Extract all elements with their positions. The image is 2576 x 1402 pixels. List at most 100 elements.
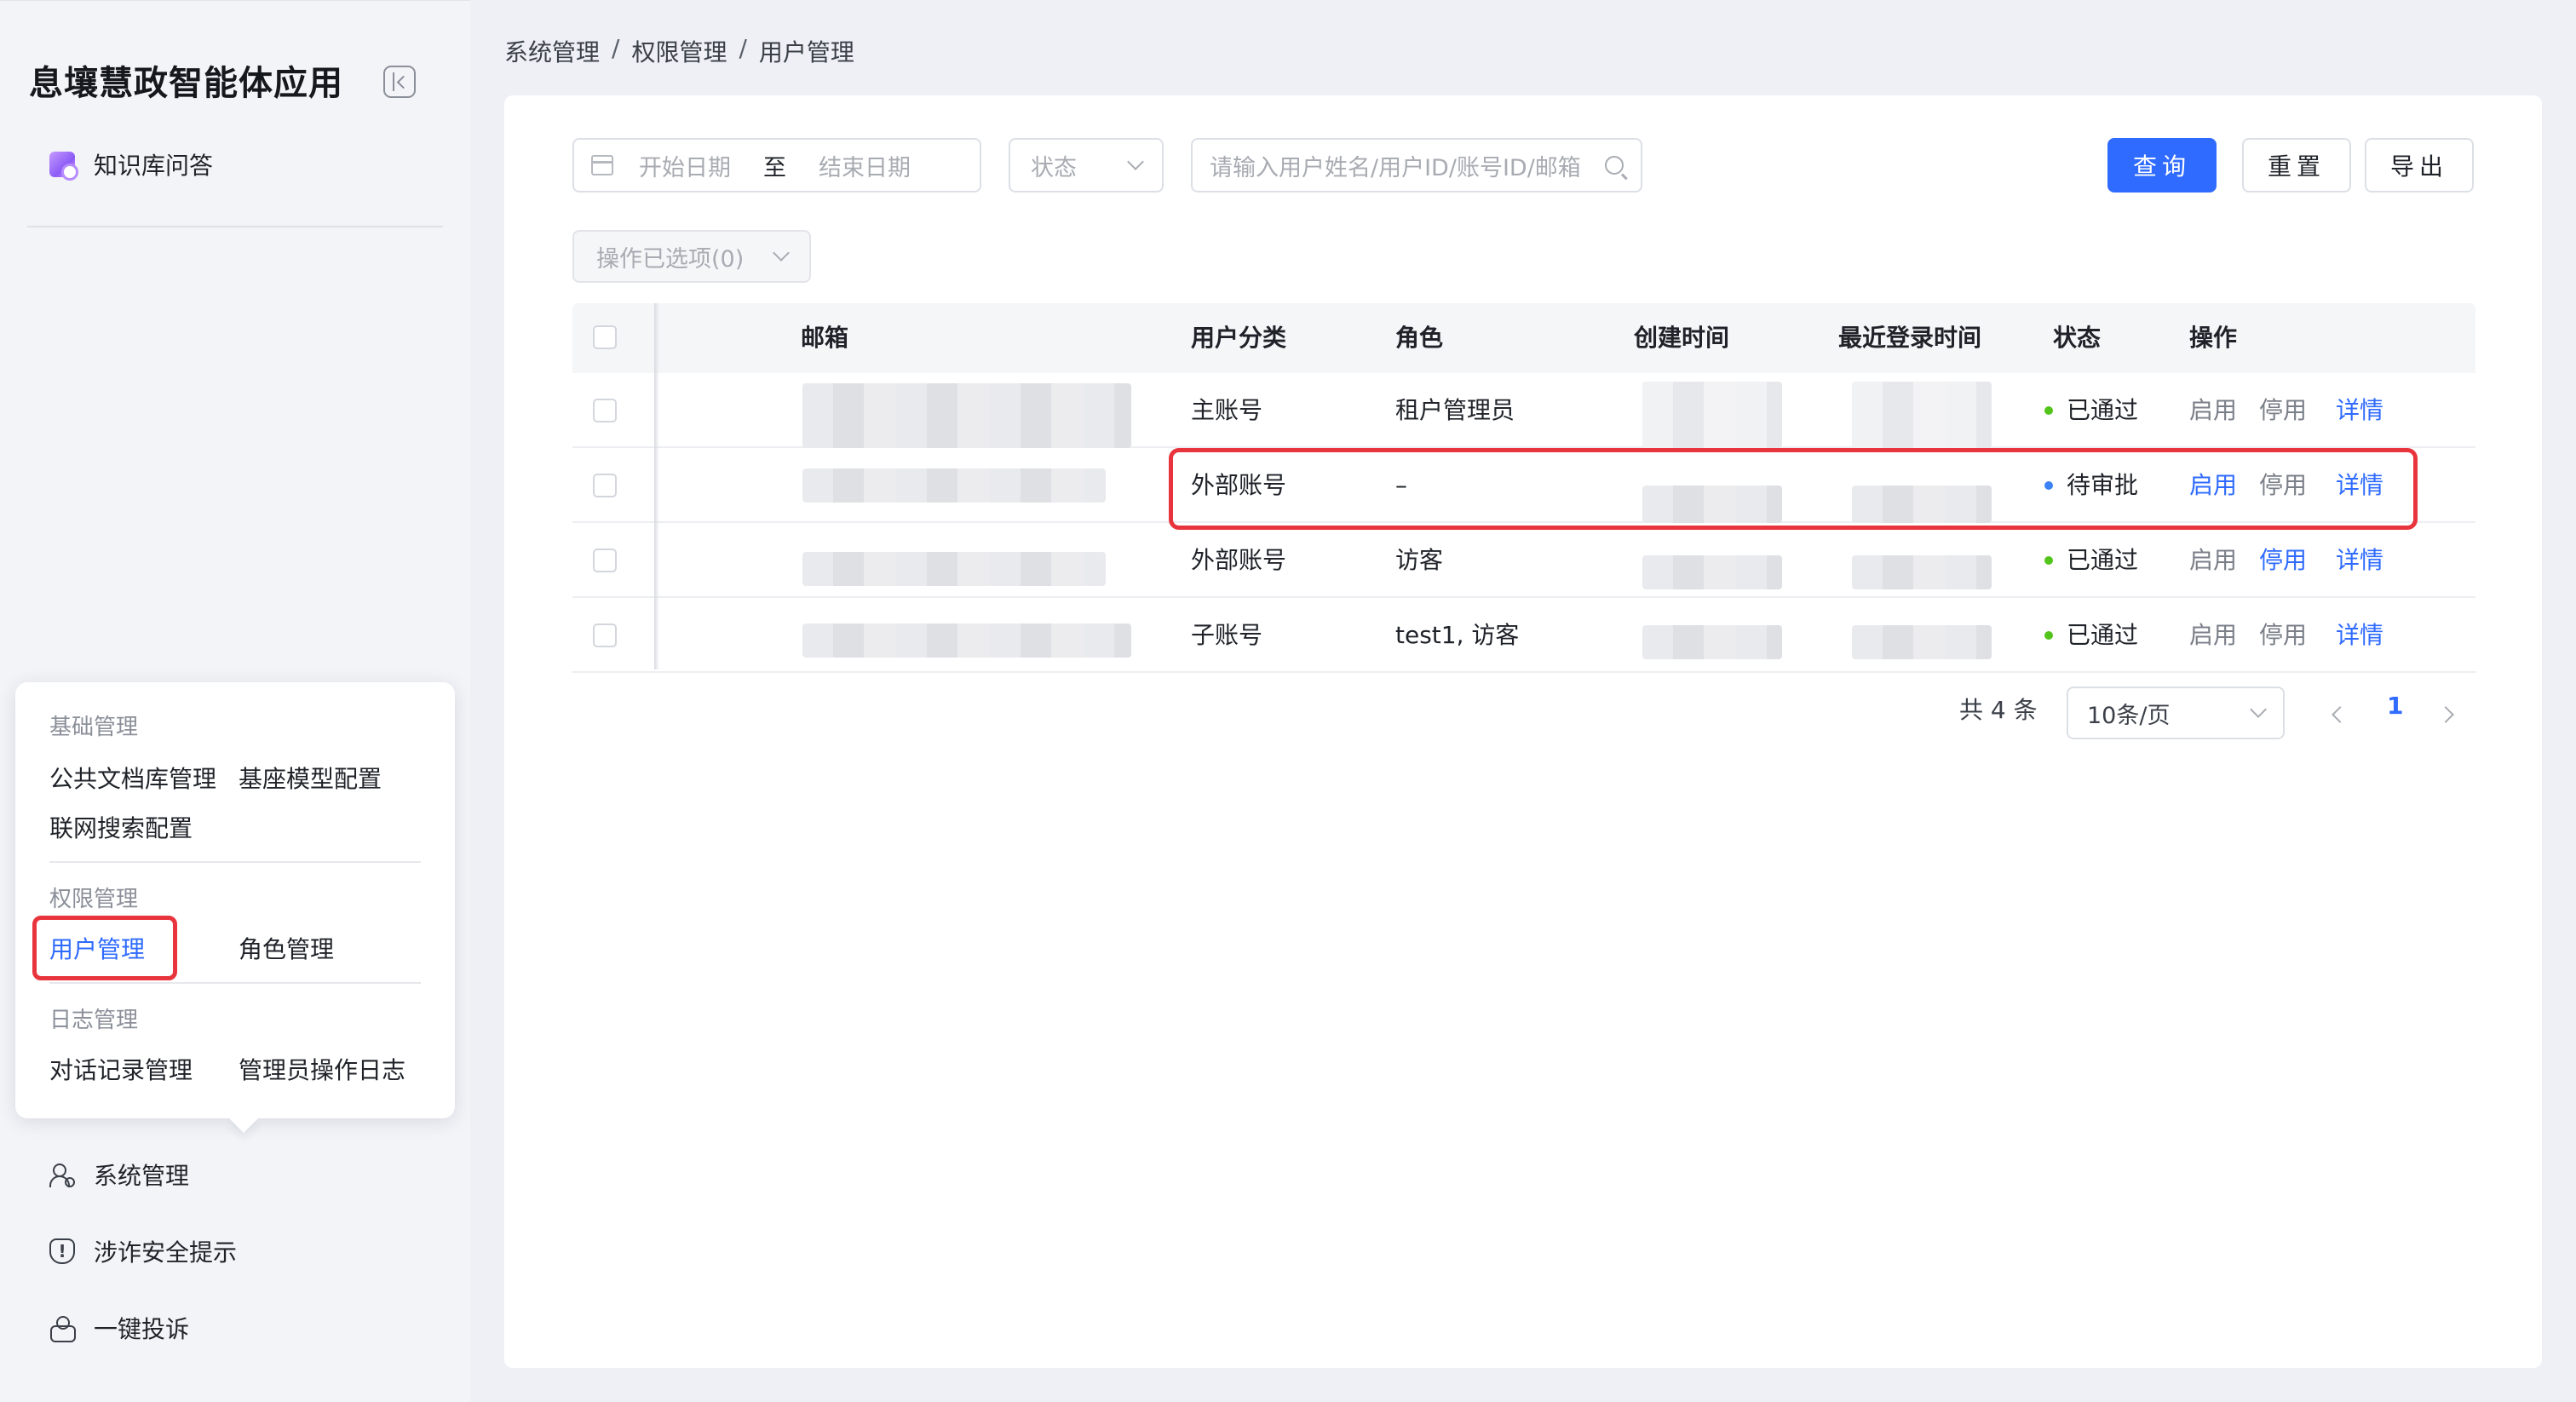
- cell-category: 外部账号: [1191, 546, 1287, 574]
- reset-button[interactable]: 重置: [2242, 138, 2351, 192]
- row-checkbox[interactable]: [593, 399, 617, 422]
- redacted-created-time: [1642, 382, 1782, 448]
- menu-item-admin-operation-log[interactable]: 管理员操作日志: [239, 1052, 405, 1086]
- status-badge: 已通过: [2044, 598, 2138, 673]
- knowledge-base-icon: [49, 152, 78, 181]
- cell-role: 访客: [1395, 546, 1444, 574]
- breadcrumb-separator: /: [739, 34, 747, 62]
- breadcrumb: 系统管理 / 权限管理 / 用户管理: [504, 34, 854, 68]
- page-number-current[interactable]: 1: [2387, 692, 2403, 720]
- sidebar-divider: [27, 226, 443, 227]
- query-button[interactable]: 查询: [2107, 138, 2217, 192]
- status-dot: [2044, 406, 2053, 415]
- sidebar-item-complaint[interactable]: 一键投诉: [49, 1311, 189, 1345]
- next-page-icon[interactable]: [2437, 706, 2454, 723]
- breadcrumb-separator: /: [612, 34, 620, 62]
- enable-action[interactable]: 启用: [2189, 598, 2237, 673]
- sidebar-item-fraud-alert[interactable]: 涉诈安全提示: [49, 1234, 237, 1268]
- chevron-down-icon: [2250, 701, 2267, 718]
- redacted-email: [802, 552, 1106, 586]
- date-range-picker[interactable]: 开始日期 至 结束日期: [572, 138, 981, 192]
- menu-item-public-doc-library[interactable]: 公共文档库管理: [49, 761, 216, 795]
- detail-action[interactable]: 详情: [2336, 373, 2383, 448]
- highlight-box-pending-row: [1169, 448, 2418, 530]
- highlight-box-user-management: [32, 916, 177, 980]
- disable-action[interactable]: 停用: [2259, 373, 2307, 448]
- menu-item-chat-records[interactable]: 对话记录管理: [49, 1052, 193, 1086]
- row-checkbox[interactable]: [593, 623, 617, 647]
- status-badge: 已通过: [2044, 373, 2138, 448]
- chevron-down-icon: [1127, 153, 1144, 170]
- redacted-email: [802, 383, 1131, 448]
- column-header-created-time: 创建时间: [1634, 324, 1730, 352]
- start-date-placeholder: 开始日期: [639, 154, 731, 181]
- enable-action[interactable]: 启用: [2189, 373, 2237, 448]
- row-checkbox[interactable]: [593, 474, 617, 497]
- redacted-email: [802, 468, 1106, 503]
- menu-item-role-management[interactable]: 角色管理: [239, 931, 334, 965]
- collapse-sidebar-icon[interactable]: [383, 66, 416, 98]
- status-dot: [2044, 556, 2053, 565]
- menu-item-web-search-config[interactable]: 联网搜索配置: [49, 810, 193, 844]
- column-header-actions: 操作: [2189, 324, 2238, 352]
- sidebar-item-label: 系统管理: [94, 1162, 190, 1190]
- sidebar: 息壤慧政智能体应用 知识库问答 基础管理 公共文档库管理 基座模型配置 联网搜索…: [0, 0, 470, 1402]
- status-placeholder: 状态: [1031, 154, 1077, 181]
- shield-icon: [49, 1238, 75, 1264]
- column-header-category: 用户分类: [1191, 324, 1287, 352]
- page-size-value: 10条/页: [2087, 702, 2171, 729]
- table-row: 外部账号 访客 已通过 启用 停用 详情: [572, 523, 2475, 598]
- cell-category: 主账号: [1191, 396, 1263, 424]
- search-placeholder: 请输入用户姓名/用户ID/账号ID/邮箱: [1210, 154, 1581, 181]
- app-title: 息壤慧政智能体应用: [29, 64, 343, 103]
- chevron-down-icon: [773, 244, 790, 261]
- status-text: 已通过: [2067, 396, 2139, 424]
- page-size-select[interactable]: 10条/页: [2067, 687, 2285, 739]
- redacted-last-login: [1852, 625, 1992, 659]
- detail-action[interactable]: 详情: [2336, 598, 2383, 673]
- disable-action[interactable]: 停用: [2259, 523, 2307, 598]
- sidebar-item-system-management[interactable]: 系统管理: [49, 1158, 189, 1192]
- select-all-checkbox[interactable]: [593, 325, 617, 349]
- export-button[interactable]: 导出: [2365, 138, 2474, 192]
- main-card: 开始日期 至 结束日期 状态 请输入用户姓名/用户ID/账号ID/邮箱 查询 重…: [504, 95, 2542, 1368]
- redacted-created-time: [1642, 555, 1782, 589]
- group-divider: [49, 982, 421, 984]
- row-checkbox[interactable]: [593, 549, 617, 572]
- column-header-email: 邮箱: [801, 324, 849, 352]
- breadcrumb-item[interactable]: 系统管理: [504, 34, 600, 68]
- search-icon: [1605, 156, 1624, 175]
- status-dot: [2044, 631, 2053, 640]
- sidebar-item-knowledge-qa[interactable]: 知识库问答: [49, 147, 213, 181]
- detail-action[interactable]: 详情: [2336, 523, 2383, 598]
- cell-category: 子账号: [1191, 621, 1263, 649]
- prev-page-icon[interactable]: [2332, 706, 2349, 723]
- disable-action[interactable]: 停用: [2259, 598, 2307, 673]
- fixed-column-shadow: [654, 303, 659, 669]
- column-header-role: 角色: [1395, 324, 1444, 352]
- menu-item-base-model-config[interactable]: 基座模型配置: [239, 761, 382, 795]
- sidebar-item-label: 一键投诉: [94, 1315, 190, 1343]
- redacted-email: [802, 623, 1131, 658]
- table-row: 主账号 租户管理员 已通过 启用 停用 详情: [572, 373, 2475, 448]
- search-input[interactable]: 请输入用户姓名/用户ID/账号ID/邮箱: [1191, 138, 1642, 192]
- enable-action[interactable]: 启用: [2189, 523, 2237, 598]
- batch-operation-select[interactable]: 操作已选项(0): [572, 230, 811, 283]
- status-text: 已通过: [2067, 621, 2139, 649]
- status-text: 已通过: [2067, 546, 2139, 574]
- breadcrumb-item[interactable]: 权限管理: [631, 34, 727, 68]
- range-separator: 至: [763, 154, 786, 181]
- group-divider: [49, 861, 421, 863]
- calendar-icon: [591, 155, 613, 175]
- pagination-total: 共 4 条: [1959, 696, 2038, 724]
- redacted-created-time: [1642, 625, 1782, 659]
- user-settings-icon: [49, 1162, 75, 1187]
- cell-role: 租户管理员: [1395, 396, 1515, 424]
- redacted-last-login: [1852, 382, 1992, 448]
- column-header-last-login: 最近登录时间: [1838, 324, 1982, 352]
- sidebar-item-label: 涉诈安全提示: [94, 1238, 238, 1267]
- status-badge: 已通过: [2044, 523, 2138, 598]
- group-title-log: 日志管理: [49, 1008, 139, 1033]
- status-select[interactable]: 状态: [1009, 138, 1164, 192]
- batch-operation-label: 操作已选项(0): [596, 245, 745, 273]
